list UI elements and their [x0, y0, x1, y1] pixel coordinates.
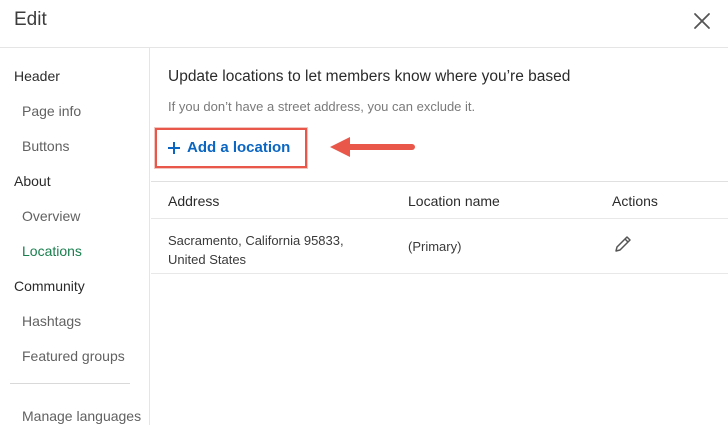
table-row-divider — [151, 273, 728, 274]
sidebar-item-overview[interactable]: Overview — [22, 208, 80, 224]
sidebar-item-manage-languages[interactable]: Manage languages — [22, 408, 141, 424]
sidebar-section-community[interactable]: Community — [14, 278, 85, 294]
sidebar-item-hashtags[interactable]: Hashtags — [22, 313, 81, 329]
locations-panel: Update locations to let members know whe… — [151, 48, 728, 425]
table-header-divider — [151, 218, 728, 219]
sidebar-section-header[interactable]: Header — [14, 68, 60, 84]
close-icon[interactable] — [690, 9, 714, 33]
page-heading: Update locations to let members know whe… — [168, 68, 571, 85]
add-location-label: Add a location — [187, 139, 291, 156]
sidebar-item-featured-groups[interactable]: Featured groups — [22, 348, 125, 364]
add-location-button-content: Add a location — [167, 139, 290, 156]
add-location-button[interactable]: Add a location — [155, 128, 307, 168]
modal-header: Edit — [0, 0, 728, 48]
annotation-arrow-icon — [330, 137, 415, 157]
sidebar-divider — [10, 383, 130, 384]
plus-icon — [168, 141, 180, 154]
sidebar-item-buttons[interactable]: Buttons — [22, 138, 69, 154]
row-address: Sacramento, California 95833, United Sta… — [168, 233, 344, 267]
column-header-actions: Actions — [612, 193, 658, 209]
column-header-address: Address — [168, 193, 220, 209]
pencil-icon[interactable] — [612, 233, 634, 255]
sidebar-section-about[interactable]: About — [14, 173, 51, 189]
sidebar-item-page-info[interactable]: Page info — [22, 103, 81, 119]
row-location-name: (Primary) — [408, 239, 462, 254]
sidebar-nav: Header Page info Buttons About Overview … — [0, 48, 150, 425]
modal-title: Edit — [14, 9, 47, 30]
column-header-location-name: Location name — [408, 193, 500, 209]
sidebar-item-locations[interactable]: Locations — [22, 243, 82, 259]
table-top-divider — [151, 181, 728, 182]
helper-text: If you don’t have a street address, you … — [168, 99, 476, 114]
